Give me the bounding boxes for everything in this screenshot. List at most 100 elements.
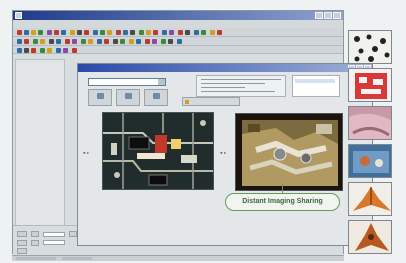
- dots-pattern-image: [349, 31, 391, 63]
- toolbar-button[interactable]: [107, 30, 112, 35]
- thumbnail-4[interactable]: [348, 144, 392, 178]
- toolbar-button[interactable]: [56, 39, 61, 44]
- source-dropdown[interactable]: [88, 78, 166, 86]
- toolbar-button[interactable]: [97, 39, 102, 44]
- toolbar-button[interactable]: [49, 39, 54, 44]
- chevron-down-icon[interactable]: [158, 79, 165, 85]
- pink-tissue-image: [349, 107, 391, 139]
- toolbar-button[interactable]: [152, 39, 157, 44]
- toolbar-button[interactable]: [33, 39, 38, 44]
- bottom-field[interactable]: [43, 240, 65, 245]
- toolbar-button[interactable]: [162, 30, 167, 35]
- toolbar-button[interactable]: [72, 39, 77, 44]
- toolbar-button[interactable]: [38, 30, 43, 35]
- bottom-field[interactable]: [43, 232, 65, 237]
- app-icon[interactable]: [15, 12, 22, 19]
- toolbar-button[interactable]: [169, 30, 174, 35]
- toolbar-button[interactable]: [61, 30, 66, 35]
- toolbar-button[interactable]: [65, 39, 70, 44]
- toolbar-button[interactable]: [145, 39, 150, 44]
- close-button[interactable]: [333, 12, 341, 19]
- toolbar-button[interactable]: [104, 39, 109, 44]
- toolbar-button[interactable]: [146, 30, 151, 35]
- specimen-image: [236, 114, 342, 190]
- toolbar-button[interactable]: [81, 39, 86, 44]
- toolbar-button[interactable]: [139, 30, 144, 35]
- toolbar-button[interactable]: [130, 30, 135, 35]
- toolbar-button[interactable]: [217, 30, 222, 35]
- toolbar-button[interactable]: [161, 39, 166, 44]
- toolbar-button[interactable]: [123, 30, 128, 35]
- toolbar-button[interactable]: [31, 48, 36, 53]
- toolbar-button[interactable]: [88, 39, 93, 44]
- toolbar-button[interactable]: [194, 30, 199, 35]
- session-list[interactable]: [292, 75, 340, 97]
- dialog-button-2[interactable]: [116, 89, 140, 106]
- toolbar-button[interactable]: [17, 30, 22, 35]
- screenshot-frame: ◄ ▸ ◄ ▸ Distant Imaging Sharing: [0, 0, 406, 263]
- thumbnail-2[interactable]: [348, 68, 392, 102]
- bottom-button[interactable]: [31, 231, 39, 237]
- toolbar-button[interactable]: [72, 48, 77, 53]
- toolbar-button[interactable]: [129, 39, 134, 44]
- thumbnail-6[interactable]: [348, 220, 392, 254]
- toolbar-button[interactable]: [113, 39, 118, 44]
- right-panel-marker: ◄ ▸: [219, 150, 227, 155]
- toolbar-button[interactable]: [40, 39, 45, 44]
- toolbar-button[interactable]: [17, 48, 22, 53]
- thumbnail-1[interactable]: [348, 30, 392, 64]
- toolbar-button[interactable]: [24, 30, 29, 35]
- share-button[interactable]: [182, 97, 240, 106]
- toolbar-button[interactable]: [84, 30, 89, 35]
- sharing-label: Distant Imaging Sharing: [225, 193, 340, 211]
- status-bar: [12, 255, 344, 261]
- toolbar-button[interactable]: [47, 48, 52, 53]
- minimize-button[interactable]: [315, 12, 323, 19]
- toolbar-button[interactable]: [24, 39, 29, 44]
- dialog-button-1[interactable]: [88, 89, 112, 106]
- orange-crystal-image: [349, 183, 391, 215]
- camera-icon: [97, 93, 104, 99]
- toolbar-button[interactable]: [40, 48, 45, 53]
- toolbar-button[interactable]: [120, 39, 125, 44]
- toolbar-button[interactable]: [116, 30, 121, 35]
- toolbar-button[interactable]: [56, 48, 61, 53]
- menu-bar: [13, 20, 343, 28]
- capture-icon: [125, 93, 132, 99]
- toolbar-button[interactable]: [210, 30, 215, 35]
- dialog-button-3[interactable]: [144, 89, 168, 106]
- thumbnail-3[interactable]: [348, 106, 392, 140]
- toolbar-button[interactable]: [177, 39, 182, 44]
- toolbar-button[interactable]: [201, 30, 206, 35]
- toolbar-button[interactable]: [63, 48, 68, 53]
- toolbar-button[interactable]: [153, 30, 158, 35]
- toolbar-button[interactable]: [168, 39, 173, 44]
- list-item-selected[interactable]: [295, 79, 335, 83]
- toolbar-button[interactable]: [93, 30, 98, 35]
- toolbar-button[interactable]: [100, 30, 105, 35]
- maximize-button[interactable]: [324, 12, 332, 19]
- local-image-panel[interactable]: [102, 112, 214, 190]
- left-side-panel: [15, 59, 65, 245]
- toolbar-button[interactable]: [17, 39, 22, 44]
- bottom-button[interactable]: [17, 240, 27, 246]
- toolbar-row-2: [13, 37, 343, 46]
- toolbar-button[interactable]: [54, 30, 59, 35]
- toolbar-button[interactable]: [47, 30, 52, 35]
- toolbar-button[interactable]: [31, 30, 36, 35]
- share-icon: [185, 100, 189, 104]
- bottom-button[interactable]: [17, 248, 27, 254]
- remote-image-panel[interactable]: [235, 113, 343, 191]
- thumbnail-5[interactable]: [348, 182, 392, 216]
- bottom-button[interactable]: [31, 240, 39, 246]
- toolbar-button[interactable]: [77, 30, 82, 35]
- toolbar-button[interactable]: [178, 30, 183, 35]
- circuit-board-image: [103, 113, 213, 189]
- bottom-button[interactable]: [69, 231, 77, 237]
- bottom-button[interactable]: [17, 231, 27, 237]
- toolbar-row-1: [13, 28, 343, 37]
- toolbar-button[interactable]: [136, 39, 141, 44]
- toolbar-button[interactable]: [185, 30, 190, 35]
- toolbar-button[interactable]: [70, 30, 75, 35]
- toolbar-button[interactable]: [24, 48, 29, 53]
